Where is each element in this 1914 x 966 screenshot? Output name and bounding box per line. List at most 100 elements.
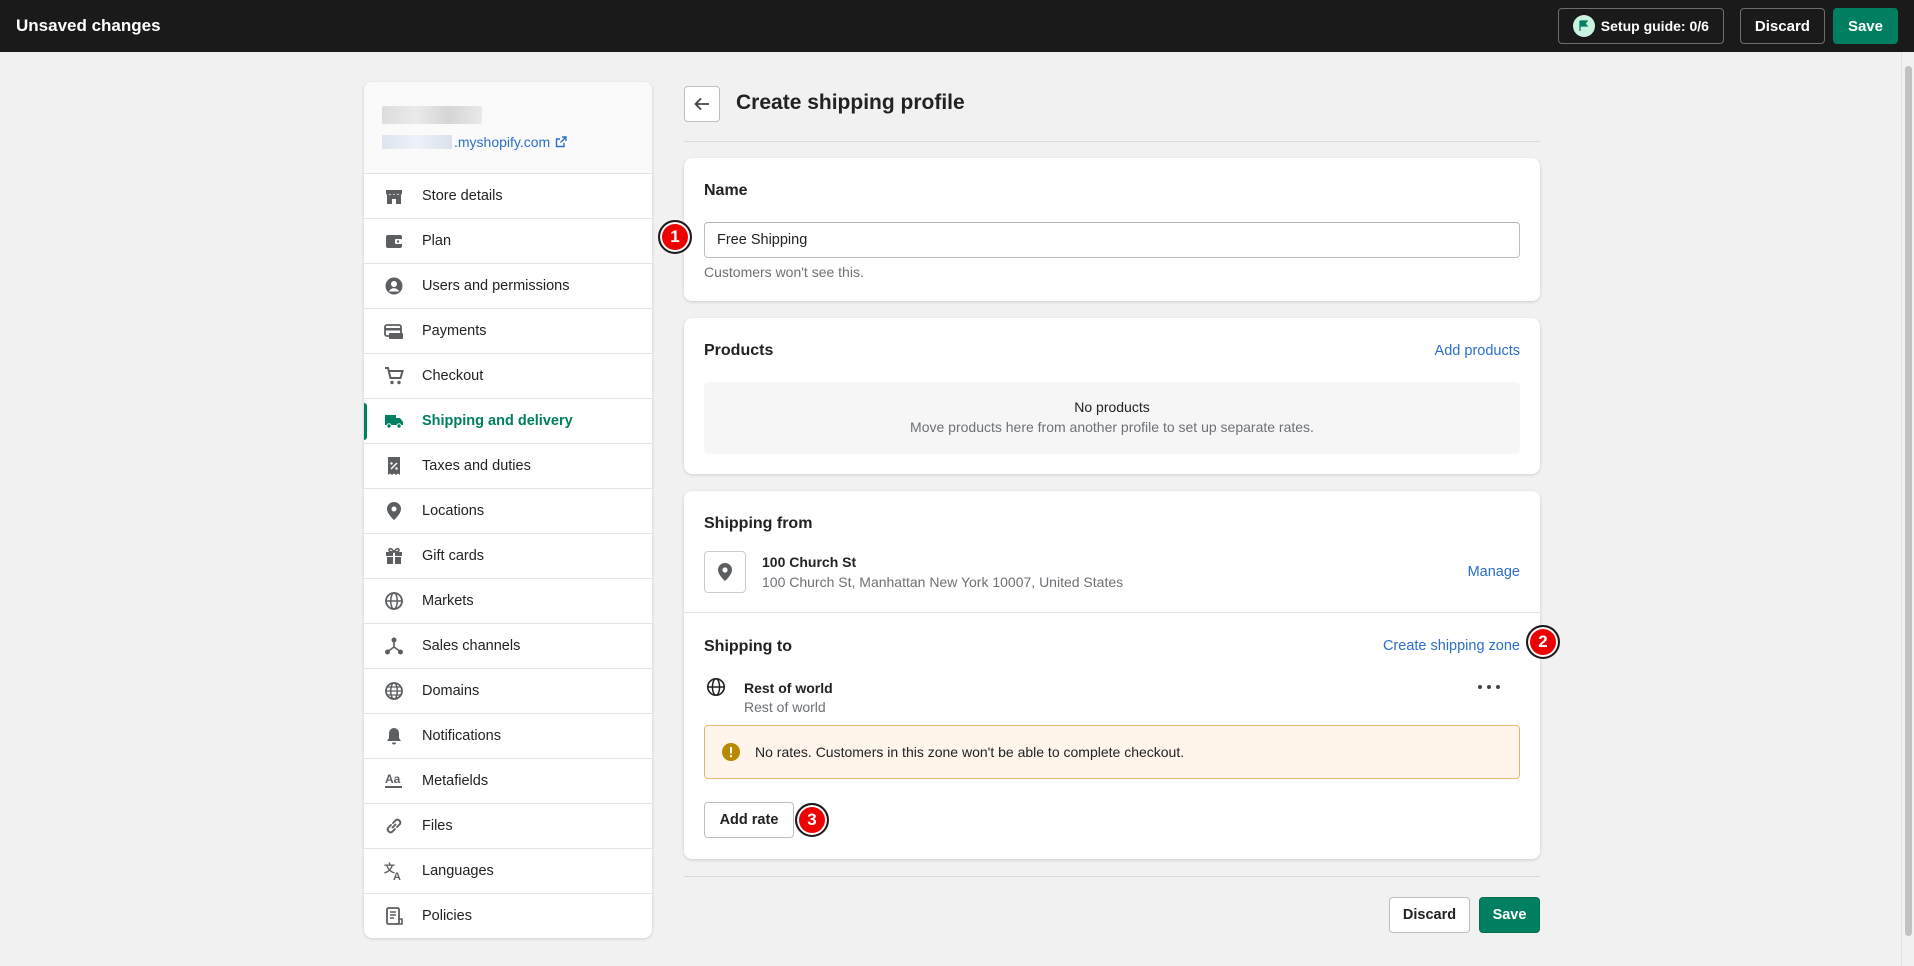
annotation-marker-2: 2 (1526, 625, 1560, 659)
manage-location-link[interactable]: Manage (1468, 564, 1520, 580)
gift-icon (384, 546, 404, 566)
shipping-from-title: Shipping from (704, 515, 813, 532)
shipping-to-title: Shipping to (704, 638, 792, 655)
sidebar-item-label: Checkout (422, 368, 484, 384)
sidebar-item-label: Locations (422, 503, 485, 519)
metafields-icon: Aa (384, 771, 404, 791)
annotation-marker-3: 3 (795, 803, 829, 837)
add-products-link[interactable]: Add products (1435, 343, 1520, 359)
flag-icon (1572, 15, 1595, 37)
name-card: Name Customers won't see this. (684, 158, 1540, 301)
warning-icon (722, 743, 740, 761)
sidebar-item-label: Plan (422, 233, 452, 249)
svg-text:Aa: Aa (385, 772, 401, 786)
bell-icon (384, 726, 404, 746)
shipping-divider (684, 612, 1540, 613)
sidebar-item-domains[interactable]: Domains (364, 669, 652, 714)
sidebar-item-label: Metafields (422, 773, 489, 789)
external-link-icon (556, 136, 567, 148)
header-divider (684, 141, 1540, 142)
location-icon-box (704, 551, 746, 593)
sidebar-item-policies[interactable]: Policies (364, 894, 652, 938)
sidebar-item-label: Notifications (422, 728, 501, 744)
setup-guide-label: Setup guide: 0/6 (1600, 18, 1709, 34)
discard-button[interactable]: Discard (1389, 897, 1470, 933)
sidebar-item-plan[interactable]: Plan (364, 219, 652, 264)
sidebar-item-label: Users and permissions (422, 278, 570, 294)
sidebar-item-label: Languages (422, 863, 494, 879)
no-products-text: Move products here from another profile … (910, 419, 1314, 435)
zone-name: Rest of world (744, 680, 833, 696)
user-icon (384, 276, 404, 296)
add-rate-button[interactable]: Add rate (704, 802, 794, 838)
sidebar-item-files[interactable]: Files (364, 804, 652, 849)
back-button[interactable] (684, 86, 720, 122)
sidebar-item-languages[interactable]: 文 A Languages (364, 849, 652, 894)
sidebar-item-payments[interactable]: Payments (364, 309, 652, 354)
no-products-title: No products (1074, 399, 1150, 415)
sidebar-item-label: Shipping and delivery (422, 413, 573, 429)
sidebar-item-label: Policies (422, 908, 472, 924)
store-url-blurred (382, 135, 452, 149)
setup-guide-button[interactable]: Setup guide: 0/6 (1557, 8, 1724, 44)
sidebar-item-locations[interactable]: Locations (364, 489, 652, 534)
store-url-link[interactable]: .myshopify.com (382, 134, 634, 150)
globe-icon (384, 681, 404, 701)
sidebar-item-shipping-and-delivery[interactable]: Shipping and delivery (364, 399, 652, 444)
sidebar-item-store-details[interactable]: Store details (364, 174, 652, 219)
warning-text: No rates. Customers in this zone won't b… (755, 744, 1185, 760)
name-card-title: Name (704, 182, 748, 199)
name-help-text: Customers won't see this. (704, 264, 864, 280)
sidebar-item-sales-channels[interactable]: Sales channels (364, 624, 652, 669)
top-bar: Unsaved changes Setup guide: 0/6 Discard… (0, 0, 1914, 52)
products-card-title: Products (704, 342, 774, 359)
sidebar-item-markets[interactable]: Markets (364, 579, 652, 624)
zone-more-actions-icon[interactable] (1478, 677, 1500, 697)
globe-icon (707, 678, 725, 696)
language-icon: 文A (384, 861, 404, 881)
sidebar-item-taxes-and-duties[interactable]: Taxes and duties (364, 444, 652, 489)
policies-icon (384, 906, 404, 926)
profile-name-input[interactable] (704, 222, 1520, 258)
sidebar-item-metafields[interactable]: Aa Metafields (364, 759, 652, 804)
location-icon (384, 501, 404, 521)
unsaved-changes-title: Unsaved changes (16, 16, 161, 35)
no-rates-warning: No rates. Customers in this zone won't b… (704, 725, 1520, 779)
discard-button-top[interactable]: Discard (1739, 8, 1825, 44)
sidebar-item-label: Taxes and duties (422, 458, 531, 474)
sidebar-item-label: Payments (422, 323, 487, 339)
products-card: Products Add products No products Move p… (684, 318, 1540, 474)
sidebar-item-label: Domains (422, 683, 480, 699)
sidebar-item-label: Markets (422, 593, 474, 609)
arrow-left-icon (694, 97, 709, 111)
store-header: .myshopify.com (364, 82, 652, 174)
save-button[interactable]: Save (1479, 897, 1540, 933)
zone-subtitle: Rest of world (744, 699, 826, 715)
scrollbar-thumb[interactable] (1905, 66, 1912, 936)
store-icon (384, 186, 404, 206)
plan-icon (384, 231, 404, 251)
products-empty-state: No products Move products here from anot… (704, 382, 1520, 454)
sidebar-item-label: Sales channels (422, 638, 521, 654)
sidebar-item-checkout[interactable]: Checkout (364, 354, 652, 399)
truck-icon (384, 411, 404, 431)
store-url-suffix: .myshopify.com (454, 134, 551, 150)
cart-icon (384, 366, 404, 386)
tax-icon (384, 456, 404, 476)
sidebar-item-label: Files (422, 818, 453, 834)
channels-icon (384, 636, 404, 656)
settings-sidebar: .myshopify.com Store details Plan Users an… (364, 82, 652, 938)
location-pin-icon (718, 563, 732, 581)
payments-icon (384, 321, 404, 341)
page-title: Create shipping profile (736, 91, 965, 114)
sidebar-item-users-and-permissions[interactable]: Users and permissions (364, 264, 652, 309)
save-button-top[interactable]: Save (1832, 8, 1898, 44)
markets-icon (384, 591, 404, 611)
scrollbar[interactable] (1901, 52, 1914, 966)
footer-divider (684, 876, 1540, 877)
link-icon (384, 816, 404, 836)
sidebar-item-gift-cards[interactable]: Gift cards (364, 534, 652, 579)
sidebar-item-notifications[interactable]: Notifications (364, 714, 652, 759)
sidebar-item-label: Store details (422, 188, 503, 204)
create-shipping-zone-link[interactable]: Create shipping zone (1383, 638, 1520, 654)
